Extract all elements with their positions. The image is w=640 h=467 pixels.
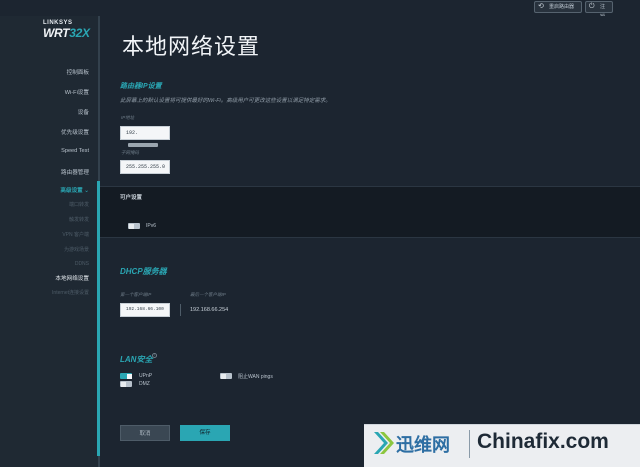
ipv6-toggle-knob bbox=[128, 223, 134, 229]
sidebar-item-ddns[interactable]: DDNS bbox=[75, 261, 89, 267]
upnp-toggle[interactable] bbox=[120, 373, 132, 379]
save-button[interactable]: 保存 bbox=[180, 425, 230, 441]
sidebar-item-gaming[interactable]: 为游戏场景 bbox=[64, 246, 89, 253]
sidebar-item-speed-test[interactable]: Speed Test bbox=[61, 148, 89, 154]
restart-icon: ⟲ bbox=[538, 3, 544, 10]
logo-model: WRT32X bbox=[43, 26, 90, 40]
router-ip-description: 此屏幕上的默认设置将可提供最好的Wi-Fi。高级用户可更改这些设置以满足特定需求… bbox=[120, 98, 331, 104]
dhcp-section-title: DHCP服务器 bbox=[120, 267, 167, 276]
logo-model-prefix: WRT bbox=[43, 26, 70, 40]
ip-address-value: 192. bbox=[126, 130, 139, 136]
dhcp-end-value: 192.168.66.254 bbox=[190, 307, 229, 313]
watermark-en-text: Chinafix.com bbox=[477, 430, 609, 453]
info-icon[interactable]: i bbox=[152, 353, 157, 358]
top-bar: ⟲ 重启路由器 ⏻ 注销 bbox=[0, 0, 640, 20]
sidebar-item-advanced[interactable]: 高级设置 ⌄ bbox=[60, 186, 89, 194]
router-ip-section-title: 路由器IP设置 bbox=[120, 83, 162, 90]
band-title: 可户设置 bbox=[120, 195, 143, 201]
ip-address-label: IP地址 bbox=[121, 115, 135, 120]
sidebar-item-trigger-forward[interactable]: 触发转发 bbox=[69, 216, 89, 223]
sidebar-item-router-admin[interactable]: 路由器管理 bbox=[61, 168, 89, 176]
sidebar-item-dashboard[interactable]: 控制面板 bbox=[67, 68, 89, 76]
sidebar-item-priority[interactable]: 优先级设置 bbox=[61, 128, 89, 136]
dhcp-start-label: 第一个客户端IP bbox=[120, 292, 152, 297]
watermark-cn-text: 迅维网 bbox=[396, 435, 450, 455]
block-wan-ping-toggle-knob bbox=[220, 373, 226, 379]
dhcp-end-label: 最后一个客户端IP bbox=[190, 292, 226, 297]
upnp-label: UPnP bbox=[139, 373, 153, 379]
dhcp-range-divider bbox=[180, 304, 181, 316]
ipv6-toggle[interactable] bbox=[128, 223, 140, 229]
watermark-logo-icon bbox=[374, 432, 394, 454]
dmz-toggle[interactable] bbox=[120, 381, 132, 387]
lan-security-section-title: LAN安全 bbox=[120, 355, 153, 364]
power-icon: ⏻ bbox=[589, 3, 595, 10]
block-wan-ping-label: 阻止WAN pings bbox=[238, 374, 273, 380]
upnp-toggle-knob bbox=[126, 373, 132, 379]
sidebar-item-local-network[interactable]: 本地网络设置 bbox=[55, 274, 89, 282]
restart-label: 重启路由器 bbox=[549, 4, 575, 10]
dmz-label: DMZ bbox=[139, 381, 150, 387]
ip-address-redaction bbox=[128, 142, 158, 147]
logo-model-suffix: 32X bbox=[69, 26, 90, 40]
watermark-separator bbox=[469, 430, 470, 458]
ip-address-field[interactable]: 192. bbox=[120, 126, 170, 147]
page-title: 本地网络设置 bbox=[122, 34, 261, 59]
ipv6-band bbox=[100, 186, 640, 238]
restart-router-button[interactable]: ⟲ 重启路由器 bbox=[534, 1, 582, 13]
sidebar-item-devices[interactable]: 设备 bbox=[78, 108, 89, 116]
cancel-button[interactable]: 取消 bbox=[120, 425, 170, 441]
sidebar bbox=[0, 16, 100, 467]
dhcp-start-field[interactable]: 192.168.66.100 bbox=[120, 303, 170, 317]
logout-button[interactable]: ⏻ 注销 bbox=[585, 1, 613, 20]
dmz-toggle-knob bbox=[120, 381, 126, 387]
sidebar-item-wifi[interactable]: Wi-Fi设置 bbox=[65, 88, 89, 96]
sidebar-item-vpn-client[interactable]: VPN 客户端 bbox=[62, 231, 89, 238]
subnet-mask-label: 子网掩码 bbox=[121, 150, 139, 155]
subnet-mask-field[interactable]: 255.255.255.0 bbox=[120, 160, 170, 174]
block-wan-ping-toggle[interactable] bbox=[220, 373, 232, 379]
ipv6-label: IPv6 bbox=[146, 223, 157, 229]
main-content bbox=[100, 16, 640, 467]
sidebar-item-port-forward[interactable]: 端口转发 bbox=[69, 201, 89, 208]
sidebar-item-internet[interactable]: Internet连接设置 bbox=[52, 289, 89, 296]
